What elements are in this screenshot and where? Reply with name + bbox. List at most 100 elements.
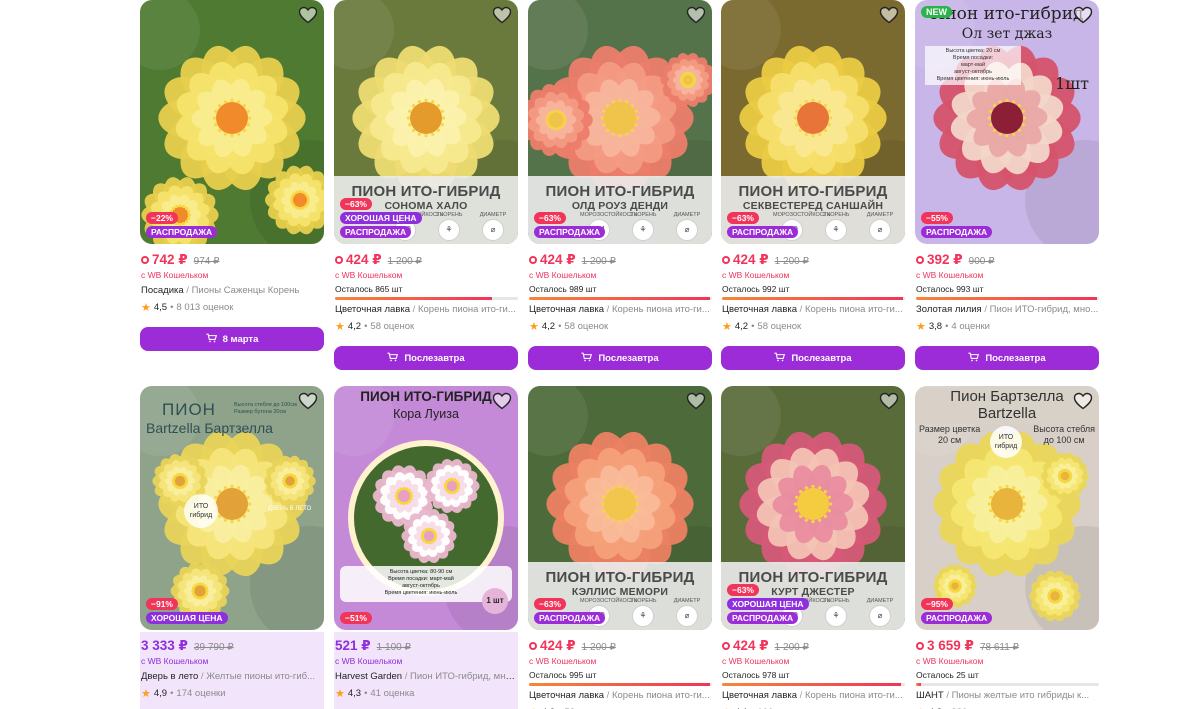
product-card[interactable]: ПИОН ИТО-ГИБРИД Кора Луиза Высота цветка:…: [334, 386, 518, 709]
heart-icon[interactable]: [1073, 392, 1093, 410]
star-icon: ★: [335, 687, 345, 700]
product-card[interactable]: −22% РАСПРОДАЖА 742 ₽ 974 ₽ с WB Кошелько…: [140, 0, 324, 351]
current-price: 3 659 ₽: [916, 638, 974, 654]
wb-wallet-dot-icon: [335, 256, 343, 264]
rating-row[interactable]: ★4,2 • 58 оценок: [335, 320, 518, 333]
add-to-cart-button[interactable]: Послезавтра: [334, 346, 518, 370]
product-image[interactable]: ПИОН ИТО-ГИБРИД СЕКВЕСТЕРЕД САНШАЙН МОРО…: [721, 0, 905, 244]
product-image[interactable]: −22% РАСПРОДАЖА: [140, 0, 324, 244]
rating-row[interactable]: ★ 4,3 • 41 оценка: [335, 687, 518, 700]
heart-icon[interactable]: [686, 6, 706, 24]
review-count: 58 оценок: [370, 320, 415, 332]
heart-icon[interactable]: [492, 392, 512, 410]
product-image[interactable]: ПИОН ИТО-ГИБРИД КЭЛЛИС МЕМОРИ МОРОЗОСТОЙ…: [528, 386, 712, 630]
product-title[interactable]: Цветочная лавка / Корень пиона ито-ги...: [529, 690, 712, 702]
overlay-title-line2: ОЛД РОУЗ ДЕНДИ: [571, 200, 669, 212]
wb-wallet-dot-icon: [529, 256, 537, 264]
rating-row[interactable]: ★ 4,5 • 8 013 оценок: [141, 301, 324, 314]
stock-left: Осталось 865 шт: [335, 284, 403, 294]
product-title[interactable]: Цветочная лавка / Корень пиона ито-ги...: [529, 304, 712, 316]
product-image[interactable]: ПИОН Высота стебля до 100см Размер бутона…: [140, 386, 324, 630]
good-price-badge: ХОРОШАЯ ЦЕНА: [340, 212, 422, 224]
discount-badge: −63%: [534, 598, 566, 610]
star-icon: ★: [335, 320, 345, 333]
heart-icon[interactable]: [298, 6, 318, 24]
product-title[interactable]: Дверь в лето / Желтые пионы ито-гиб...: [141, 671, 324, 683]
add-to-cart-button[interactable]: 8 марта: [140, 327, 324, 351]
product-card[interactable]: Пион Бартзелла Bartzella Размер цветка 20 …: [915, 386, 1099, 709]
old-price: 1 200 ₽: [774, 642, 809, 653]
product-card[interactable]: NEW Пион ито-гибрид Ол зет джаз Высота цв…: [915, 0, 1099, 370]
overlay-title: ПИОН ИТО-ГИБРИД ОЛД РОУЗ ДЕНДИ: [528, 184, 712, 213]
review-count: 4 оценки: [951, 320, 990, 332]
product-info: 3 659 ₽ 78 611 ₽ с WB Кошельком Осталось …: [915, 630, 1099, 709]
product-card[interactable]: ПИОН ИТО-ГИБРИД ОЛД РОУЗ ДЕНДИ МОРОЗОСТО…: [528, 0, 712, 370]
product-title[interactable]: Цветочная лавка / Корень пиона ито-ги...: [335, 304, 518, 316]
current-price: 424 ₽: [529, 252, 576, 268]
discount-badge: −63%: [727, 584, 759, 596]
product-title[interactable]: Золотая лилия / Пион ИТО-гибрид, мно...: [916, 304, 1099, 316]
product-title[interactable]: Harvest Garden / Пион ИТО-гибрид, мно...: [335, 671, 518, 683]
product-title[interactable]: ШАНТ / Пионы желтые ито гибриды к...: [916, 690, 1099, 702]
badge-stack: −63% РАСПРОДАЖА: [727, 212, 799, 238]
sale-badge: РАСПРОДАЖА: [921, 612, 993, 624]
product-image[interactable]: ПИОН ИТО-ГИБРИД Кора Луиза Высота цветка:…: [334, 386, 518, 630]
product-image[interactable]: ПИОН ИТО-ГИБРИД КУРТ ДЖЕСТЕР МОРОЗОСТОЙК…: [721, 386, 905, 630]
product-image[interactable]: Пион Бартзелла Bartzella Размер цветка 20 …: [915, 386, 1099, 630]
star-icon: ★: [529, 706, 539, 709]
overlay-title-line2: КЭЛЛИС МЕМОРИ: [571, 586, 669, 598]
poster-tag: ДВЕРЬ В ЛЕТО: [268, 506, 312, 512]
rating-row[interactable]: ★4,2 • 58 оценок: [722, 320, 905, 333]
price-row: 424 ₽ 1 200 ₽: [335, 252, 518, 268]
heart-icon[interactable]: [1073, 6, 1093, 24]
stock-left: Осталось 25 шт: [916, 670, 979, 680]
price-row: 424 ₽ 1 200 ₽: [722, 252, 905, 268]
heart-icon[interactable]: [686, 392, 706, 410]
discount-badge: −95%: [921, 598, 953, 610]
product-image[interactable]: NEW Пион ито-гибрид Ол зет джаз Высота цв…: [915, 0, 1099, 244]
old-price: 900 ₽: [968, 256, 995, 267]
product-title[interactable]: Посадика / Пионы Саженцы Корень: [141, 285, 324, 297]
product-info: 424 ₽ 1 200 ₽ с WB Кошельком Осталось 865…: [334, 244, 518, 333]
heart-icon[interactable]: [879, 6, 899, 24]
heart-icon[interactable]: [879, 392, 899, 410]
product-card[interactable]: ПИОН ИТО-ГИБРИД КУРТ ДЖЕСТЕР МОРОЗОСТОЙК…: [721, 386, 905, 709]
old-price: 1 200 ₽: [581, 642, 616, 653]
current-price: 392 ₽: [916, 252, 963, 268]
price-row: 3 659 ₽ 78 611 ₽: [916, 638, 1099, 654]
product-title[interactable]: Цветочная лавка / Корень пиона ито-ги...: [722, 304, 905, 316]
wallet-note: с WB Кошельком: [141, 656, 209, 666]
stock-bar: [529, 683, 712, 686]
product-title[interactable]: Цветочная лавка / Корень пиона ито-ги...: [722, 690, 905, 702]
add-to-cart-button[interactable]: Послезавтра: [915, 346, 1099, 370]
cart-icon: [387, 352, 399, 365]
price-row: 424 ₽ 1 200 ₽: [529, 638, 712, 654]
product-card[interactable]: ПИОН ИТО-ГИБРИД КЭЛЛИС МЕМОРИ МОРОЗОСТОЙ…: [528, 386, 712, 709]
star-icon: ★: [529, 320, 539, 333]
heart-icon[interactable]: [298, 392, 318, 410]
stock-bar: [916, 297, 1099, 300]
old-price: 1 100 ₽: [376, 642, 411, 653]
rating-row[interactable]: ★ 3,8 • 4 оценки: [916, 320, 1099, 333]
heart-icon[interactable]: [492, 6, 512, 24]
stock-bar: [722, 683, 905, 686]
star-icon: ★: [722, 320, 732, 333]
product-image[interactable]: ПИОН ИТО-ГИБРИД ОЛД РОУЗ ДЕНДИ МОРОЗОСТО…: [528, 0, 712, 244]
price-row: 3 333 ₽ 39 790 ₽: [141, 638, 324, 654]
current-price: 521 ₽: [335, 638, 371, 653]
old-price: 78 611 ₽: [979, 642, 1019, 653]
add-to-cart-button[interactable]: Послезавтра: [528, 346, 712, 370]
product-card[interactable]: ПИОН ИТО-ГИБРИД СОНОМА ХАЛО МОРОЗОСТОЙКО…: [334, 0, 518, 370]
product-info: 424 ₽ 1 200 ₽ с WB Кошельком Осталось 989…: [528, 244, 712, 333]
wallet-note: с WB Кошельком: [722, 656, 790, 666]
product-info: 424 ₽ 1 200 ₽ с WB Кошельком Осталось 995…: [528, 630, 712, 709]
product-card[interactable]: ПИОН Высота стебля до 100см Размер бутона…: [140, 386, 324, 709]
rating-row[interactable]: ★ 4,9 • 174 оценки: [141, 687, 324, 700]
add-to-cart-button[interactable]: Послезавтра: [721, 346, 905, 370]
sale-badge: РАСПРОДАЖА: [146, 226, 218, 238]
product-image[interactable]: ПИОН ИТО-ГИБРИД СОНОМА ХАЛО МОРОЗОСТОЙКО…: [334, 0, 518, 244]
discount-badge: −63%: [534, 212, 566, 224]
rating-row[interactable]: ★4,2 • 58 оценок: [529, 320, 712, 333]
product-card[interactable]: ПИОН ИТО-ГИБРИД СЕКВЕСТЕРЕД САНШАЙН МОРО…: [721, 0, 905, 370]
current-price: 424 ₽: [722, 638, 769, 654]
